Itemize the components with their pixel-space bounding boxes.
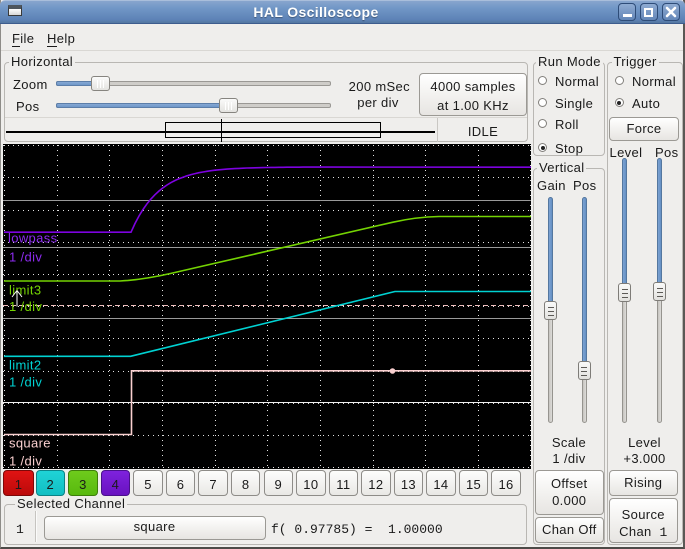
svg-text:1 /div: 1 /div (9, 299, 42, 314)
svg-text:square: square (9, 435, 51, 450)
svg-text:1 /div: 1 /div (9, 250, 42, 265)
svg-text:lowpass: lowpass (8, 231, 58, 246)
svg-text:1 /div: 1 /div (9, 454, 42, 469)
svg-text:1 /div: 1 /div (9, 375, 42, 390)
svg-text:limit2: limit2 (9, 357, 41, 372)
